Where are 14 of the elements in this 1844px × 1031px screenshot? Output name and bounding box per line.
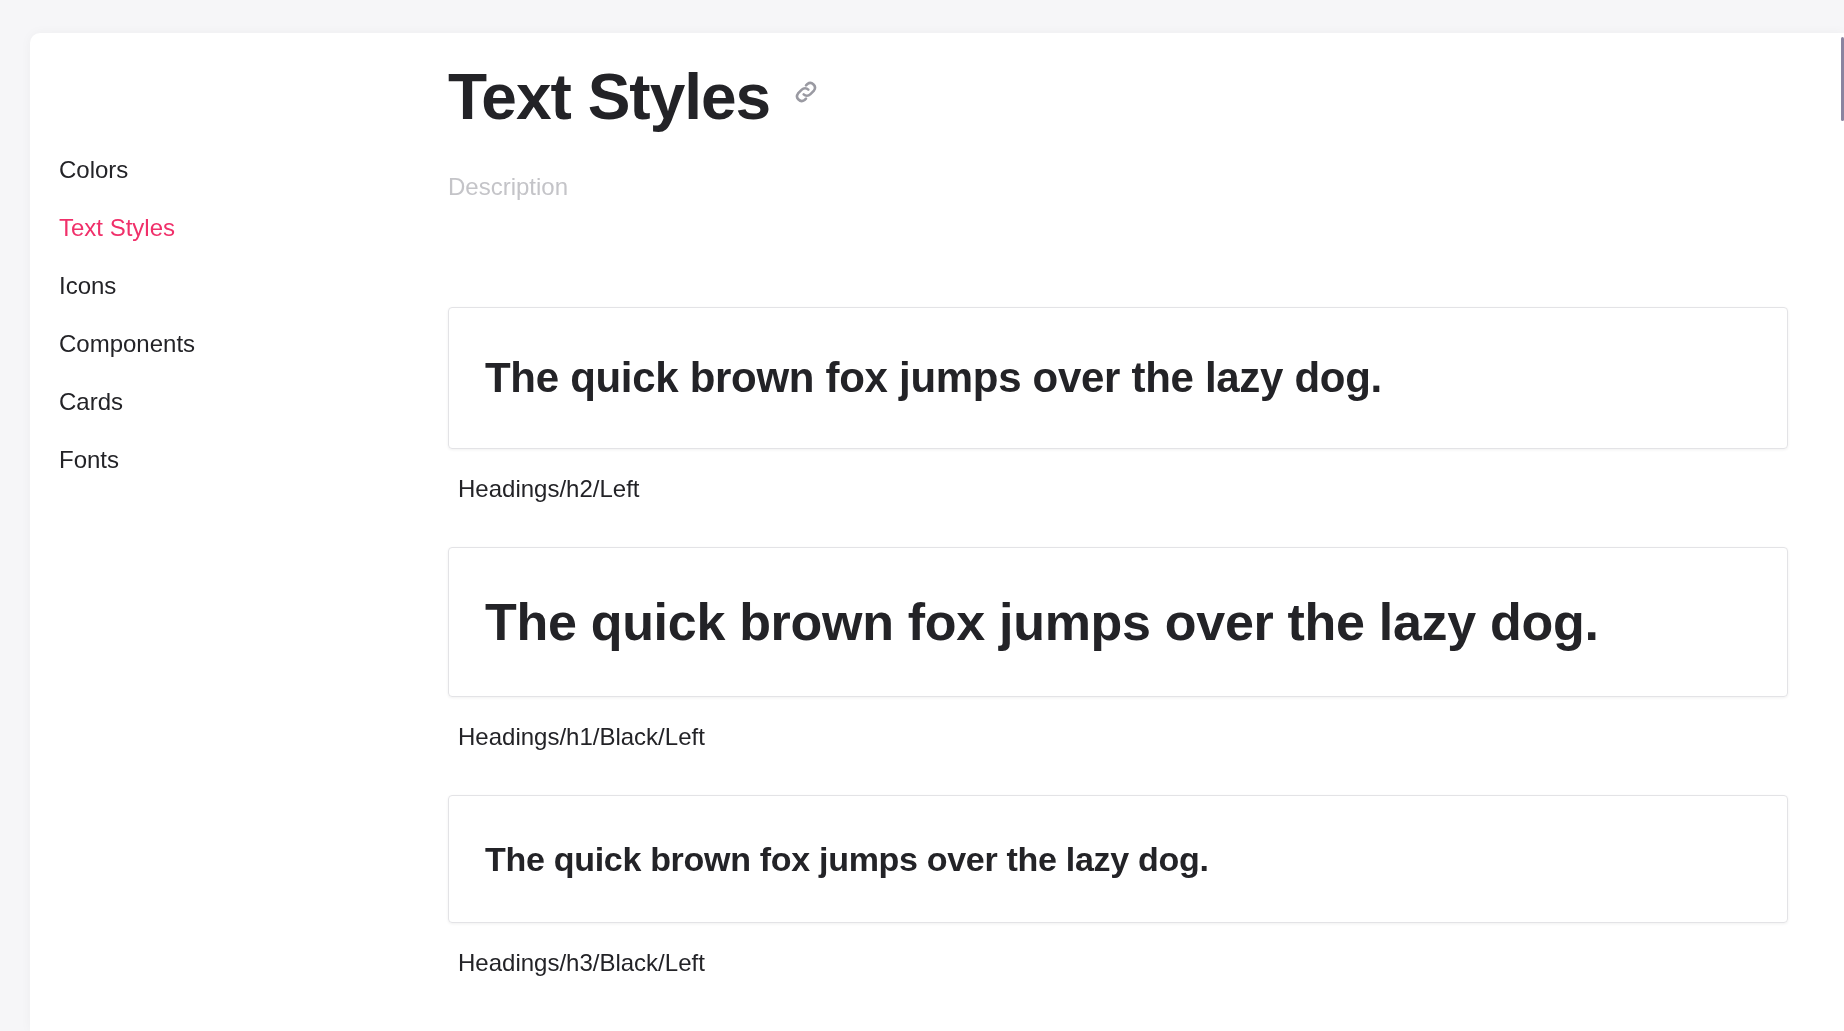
sidebar-item[interactable]: Fonts [59, 446, 120, 474]
style-name: Headings/h1/Black/Left [458, 723, 705, 751]
sidebar-item[interactable]: Cards [59, 388, 124, 416]
sidebar-item[interactable]: Text Styles [59, 214, 176, 242]
sample-text: The quick brown fox jumps over the lazy dog. [485, 592, 1599, 653]
page-title: Text Styles [448, 60, 771, 135]
sidebar-item[interactable]: Icons [59, 272, 117, 300]
sidebar-item[interactable]: Colors [59, 156, 129, 184]
style-name: Headings/h2/Left [458, 475, 640, 503]
scrollbar-thumb[interactable] [1841, 37, 1844, 121]
style-name: Headings/h3/Black/Left [458, 949, 705, 977]
sample-text: The quick brown fox jumps over the lazy dog. [485, 353, 1382, 403]
sidebar-item[interactable]: Components [59, 330, 196, 358]
sample-text: The quick brown fox jumps over the lazy dog. [485, 839, 1209, 880]
